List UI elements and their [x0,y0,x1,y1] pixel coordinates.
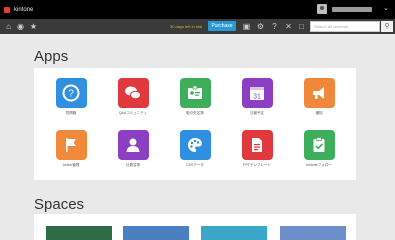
question-icon: ? [55,78,87,108]
app-label: Action管理 [62,163,80,167]
contact-card-icon [179,78,211,108]
search-icon[interactable]: ⚲ [381,21,393,32]
help-icon[interactable]: ? [270,22,279,31]
space-thumb-flag[interactable] [280,226,346,240]
app-label: 質問箱 [65,111,77,115]
space-thumb-sea[interactable] [201,226,267,240]
app-item[interactable]: 通知 [287,78,351,116]
palette-icon [179,130,211,160]
person-icon [117,130,149,160]
gear-icon[interactable]: ⚙ [256,22,265,31]
apps-icon[interactable]: ▣ [242,22,251,31]
spaces-panel [34,214,356,240]
chevron-down-icon[interactable]: ⌄ [383,4,389,12]
space-thumb-blue[interactable] [123,226,189,240]
app-item[interactable]: 31 日報予定 [225,78,289,116]
clipboard-check-icon [303,130,335,160]
app-item[interactable]: 社員名簿 [101,130,165,168]
tools-icon[interactable]: ✕ [284,22,293,31]
logo-icon [4,6,10,13]
document-icon [241,130,273,160]
apps-panel: ? 質問箱 Q&Aコミュニティ 取引先名簿 31 日報予定 通知 Action管… [34,68,356,180]
app-logo[interactable]: kintone [4,6,34,13]
svg-text:?: ? [68,89,74,100]
app-label: 日報予定 [250,111,264,115]
app-item[interactable]: CSSデータ [163,130,227,168]
purchase-button[interactable]: Purchase [208,21,236,31]
app-item[interactable]: Q&Aコミュニティ [101,78,165,116]
svg-text:31: 31 [253,94,261,101]
space-thumb-forest[interactable] [46,226,112,240]
app-item[interactable]: 取引先名簿 [163,78,227,116]
app-label: 取引先名簿 [186,111,204,115]
app-item[interactable]: ? 質問箱 [39,78,103,116]
bookmark-icon[interactable]: □ [297,22,306,31]
app-label: CSSデータ [186,163,204,167]
user-menu[interactable] [317,4,372,14]
user-name-redacted [332,6,372,12]
app-label: 社員名簿 [126,163,140,167]
megaphone-icon [303,78,335,108]
search-input[interactable]: Search all contents [310,21,380,32]
apps-heading: Apps [34,48,69,65]
app-label: PPTテンプレート [243,163,271,167]
chat-bubbles-icon [117,78,149,108]
avatar [317,4,327,14]
app-item[interactable]: PPTテンプレート [225,130,289,168]
app-item[interactable]: Action管理 [39,130,103,168]
app-label: kintoneフォロー [306,163,332,167]
app-item[interactable]: kintoneフォロー [287,130,351,168]
home-icon[interactable]: ⌂ [4,22,13,31]
trial-status: 30 days left in trial [170,24,203,29]
flag-icon [55,130,87,160]
star-icon[interactable]: ★ [29,22,38,31]
spaces-heading: Spaces [34,196,85,213]
toolbar: ⌂ ◉ ★ 30 days left in trial Purchase ▣ ⚙… [0,19,395,34]
bell-icon[interactable]: ◉ [16,22,25,31]
app-label: 通知 [315,111,323,115]
app-label: Q&Aコミュニティ [118,111,148,115]
calendar-icon: 31 [241,78,273,108]
app-name: kintone [14,6,34,13]
